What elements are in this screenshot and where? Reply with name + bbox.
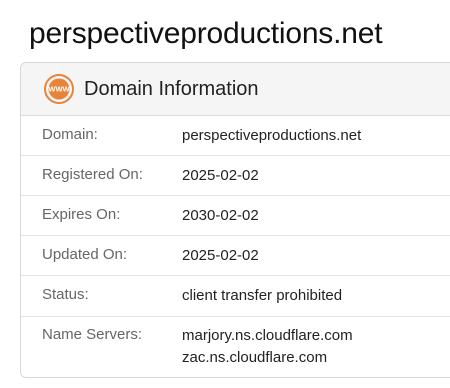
www-icon-text: WWW bbox=[48, 85, 70, 94]
row-updated: Updated On: 2025-02-02 bbox=[21, 236, 450, 276]
row-value-expires: 2030-02-02 bbox=[182, 207, 259, 224]
row-label-registered: Registered On: bbox=[42, 166, 143, 183]
row-label-domain: Domain: bbox=[42, 126, 98, 143]
row-label-status: Status: bbox=[42, 286, 89, 303]
row-value-domain: perspectiveproductions.net bbox=[182, 127, 362, 144]
row-registered: Registered On: 2025-02-02 bbox=[21, 156, 450, 196]
card-header: WWW Domain Information bbox=[21, 63, 450, 116]
row-value-updated: 2025-02-02 bbox=[182, 247, 259, 264]
www-icon: WWW bbox=[44, 74, 74, 104]
domain-info-card: WWW Domain Information Domain: perspecti… bbox=[20, 62, 450, 378]
row-label-updated: Updated On: bbox=[42, 246, 128, 263]
row-value-status: client transfer prohibited bbox=[182, 287, 343, 304]
name-server-1: marjory.ns.cloudflare.com bbox=[182, 327, 353, 344]
row-status: Status: client transfer prohibited bbox=[21, 276, 450, 317]
domain-info-rows: Domain: perspectiveproductions.net Regis… bbox=[21, 116, 450, 377]
row-expires: Expires On: 2030-02-02 bbox=[21, 196, 450, 236]
row-label-name-servers: Name Servers: bbox=[42, 326, 143, 343]
row-value-registered: 2025-02-02 bbox=[182, 167, 259, 184]
name-server-2: zac.ns.cloudflare.com bbox=[182, 349, 328, 366]
row-domain: Domain: perspectiveproductions.net bbox=[21, 116, 450, 156]
row-name-servers: Name Servers: marjory.ns.cloudflare.com … bbox=[21, 317, 450, 377]
row-label-expires: Expires On: bbox=[42, 206, 121, 223]
card-title: Domain Information bbox=[84, 78, 259, 100]
site-title: perspectiveproductions.net bbox=[29, 17, 383, 50]
